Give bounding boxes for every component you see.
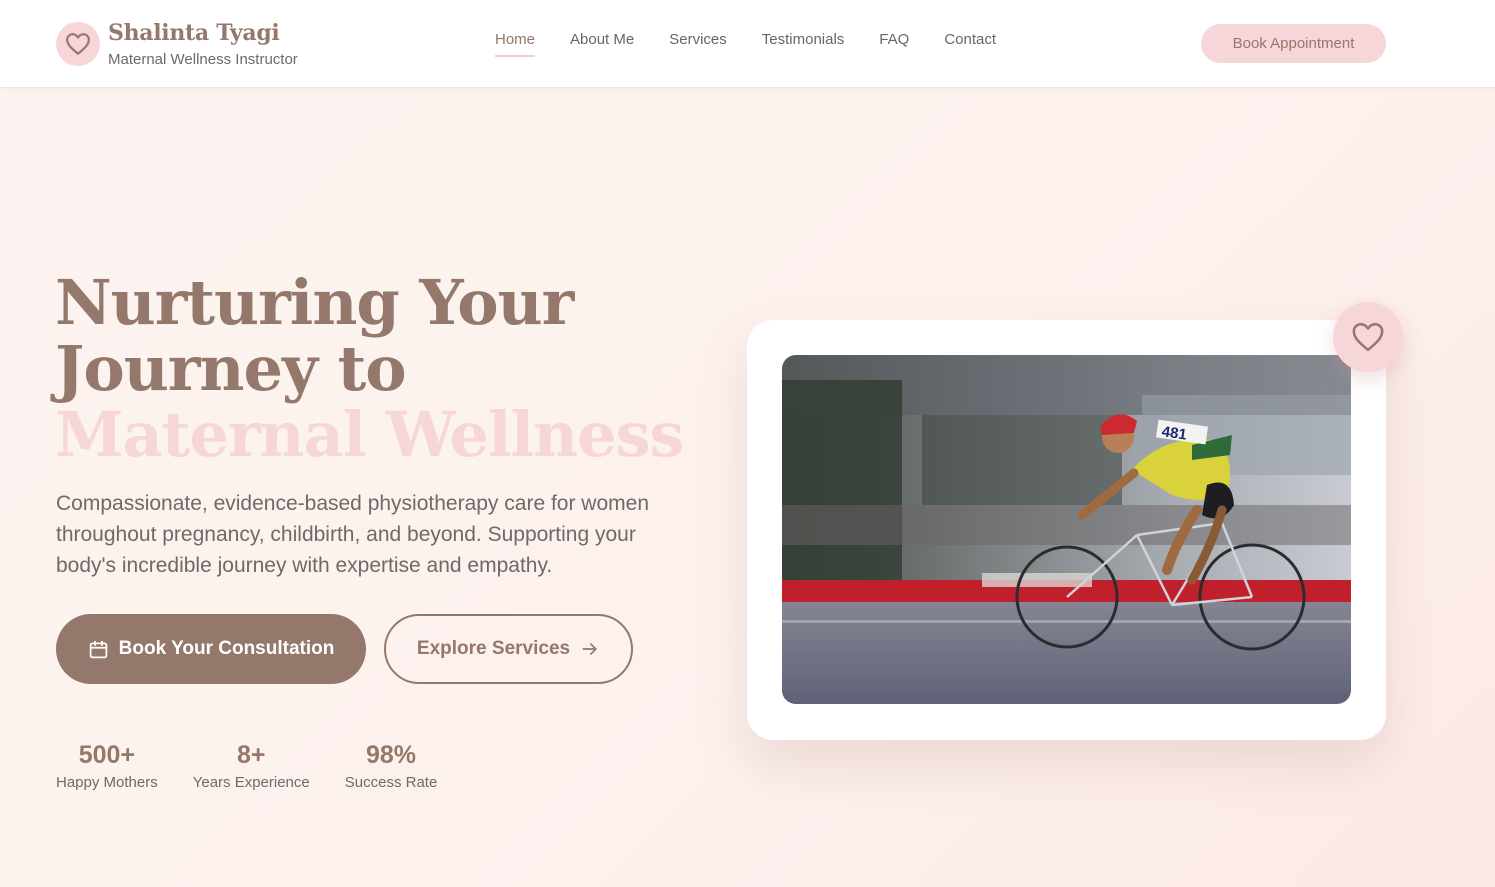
book-appointment-button[interactable]: Book Appointment bbox=[1201, 24, 1386, 63]
brand-name: Shalinta Tyagi bbox=[108, 20, 280, 46]
explore-services-label: Explore Services bbox=[416, 638, 571, 659]
nav-item-testimonials[interactable]: Testimonials bbox=[762, 31, 845, 57]
hero-image-card: 481 bbox=[747, 320, 1386, 740]
cyclist-photo: 481 bbox=[782, 355, 1351, 704]
hero-title-accent: Maternal Wellness bbox=[55, 398, 684, 471]
site-header: Shalinta Tyagi Maternal Wellness Instruc… bbox=[0, 0, 1495, 88]
calendar-icon bbox=[88, 639, 109, 660]
nav-item-home[interactable]: Home bbox=[495, 31, 536, 57]
stat-label: Years Experience bbox=[192, 774, 310, 791]
stat-value: 500+ bbox=[78, 741, 136, 769]
brand[interactable]: Shalinta Tyagi Maternal Wellness Instruc… bbox=[56, 20, 298, 68]
nav-item-contact[interactable]: Contact bbox=[944, 31, 996, 57]
stat-value: 8+ bbox=[236, 741, 266, 769]
heart-icon bbox=[56, 22, 100, 66]
explore-services-button[interactable]: Explore Services bbox=[384, 614, 633, 684]
nav-item-faq[interactable]: FAQ bbox=[879, 31, 909, 57]
stat-success-rate: 98% Success Rate bbox=[345, 740, 438, 791]
stat-happy-mothers: 500+ Happy Mothers bbox=[56, 740, 158, 791]
brand-subtitle: Maternal Wellness Instructor bbox=[108, 51, 298, 68]
stat-label: Success Rate bbox=[344, 774, 438, 791]
main-nav: Home About Me Services Testimonials FAQ … bbox=[495, 31, 1031, 57]
hero-title-line1: Nurturing Your bbox=[55, 266, 574, 339]
stat-years-experience: 8+ Years Experience bbox=[193, 740, 310, 791]
hero-title: Nurturing Your Journey to Maternal Welln… bbox=[55, 270, 735, 468]
book-consultation-button[interactable]: Book Your Consultation bbox=[56, 614, 366, 684]
stat-label: Happy Mothers bbox=[56, 774, 158, 791]
hero-description: Compassionate, evidence-based physiother… bbox=[56, 492, 649, 577]
hero-title-line2: Journey to bbox=[55, 332, 407, 405]
heart-icon[interactable] bbox=[1333, 302, 1403, 372]
nav-item-services[interactable]: Services bbox=[669, 31, 727, 57]
nav-item-about-me[interactable]: About Me bbox=[570, 31, 634, 57]
book-consultation-label: Book Your Consultation bbox=[118, 638, 335, 659]
stat-value: 98% bbox=[366, 741, 417, 769]
stats-row: 500+ Happy Mothers 8+ Years Experience 9… bbox=[56, 740, 472, 791]
bib-number: 481 bbox=[1161, 423, 1188, 443]
arrow-right-icon bbox=[580, 639, 600, 659]
